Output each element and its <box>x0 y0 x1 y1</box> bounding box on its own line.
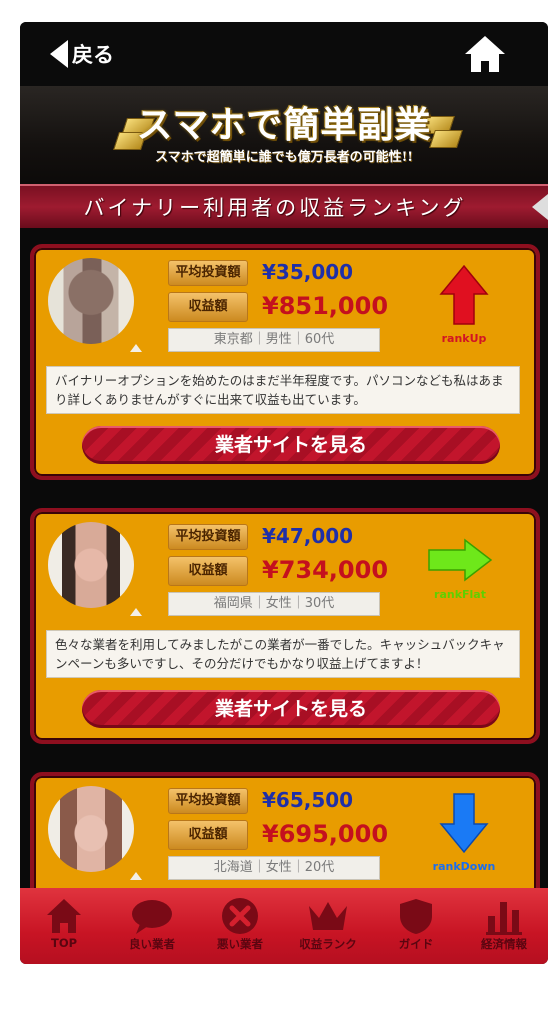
profit-amount: ¥734,000 <box>262 556 389 584</box>
banner-title: スマホで簡単副業 <box>136 104 432 146</box>
nav-top[interactable]: TOP <box>20 894 108 960</box>
nav-label: ガイド <box>398 937 434 951</box>
invest-label: 平均投資額 <box>168 260 248 286</box>
view-site-button[interactable]: 業者サイトを見る <box>82 690 500 728</box>
user-meta: 福岡県｜女性｜30代 <box>168 592 380 616</box>
crown-icon <box>309 902 347 930</box>
nav-economic-info[interactable]: 経済情報 <box>460 894 548 960</box>
section-header: バイナリー利用者の収益ランキング <box>20 184 548 228</box>
banner-subtitle: スマホで超簡単に誰でも億万長者の可能性!! <box>154 150 414 165</box>
home-icon <box>47 899 81 933</box>
invest-amount: ¥35,000 <box>262 260 354 284</box>
avatar-pointer <box>130 608 142 616</box>
x-circle-icon <box>222 898 258 934</box>
bottom-nav: TOP 良い業者 悪い業者 収益ランク ガイド 経済情報 <box>20 888 548 964</box>
view-site-button[interactable]: 業者サイトを見る <box>82 426 500 464</box>
invest-amount: ¥47,000 <box>262 524 354 548</box>
nav-label: 経済情報 <box>481 937 527 951</box>
avatar <box>48 522 134 608</box>
back-label: 戻る <box>72 43 114 67</box>
nav-good-brokers[interactable]: 良い業者 <box>108 894 196 960</box>
rank-indicator: rankDown <box>428 792 500 873</box>
nav-label: 悪い業者 <box>217 937 263 951</box>
rank-flat-arrow-icon <box>428 538 493 582</box>
nav-guide[interactable]: ガイド <box>372 894 460 960</box>
profit-label: 収益額 <box>168 292 248 322</box>
user-meta: 北海道｜女性｜20代 <box>168 856 380 880</box>
profit-amount: ¥695,000 <box>262 820 389 848</box>
nav-bad-brokers[interactable]: 悪い業者 <box>196 894 284 960</box>
profit-label: 収益額 <box>168 820 248 850</box>
rank-indicator: rankFlat <box>424 538 496 601</box>
user-comment: 色々な業者を利用してみましたがこの業者が一番でした。キャッシュバックキャンペーン… <box>46 630 520 678</box>
avatar-pointer <box>130 872 142 880</box>
rank-indicator: rankUp <box>428 264 500 345</box>
avatar-pointer <box>130 344 142 352</box>
ranking-card: 平均投資額 ¥35,000 収益額 ¥851,000 東京都｜男性｜60代 ra… <box>30 244 540 480</box>
user-meta: 東京都｜男性｜60代 <box>168 328 380 352</box>
top-bar: 戻る <box>20 22 548 86</box>
rank-label: rankUp <box>441 332 487 345</box>
nav-label: 良い業者 <box>129 937 175 951</box>
invest-label: 平均投資額 <box>168 788 248 814</box>
invest-label: 平均投資額 <box>168 524 248 550</box>
ranking-card: 平均投資額 ¥47,000 収益額 ¥734,000 福岡県｜女性｜30代 ra… <box>30 508 540 744</box>
nav-label: TOP <box>50 936 78 950</box>
phone-frame: 戻る スマホで簡単副業 スマホで超簡単に誰でも億万長者の可能性!! バイナリー利… <box>20 22 548 964</box>
rank-up-arrow-icon <box>439 264 489 325</box>
rank-label: rankFlat <box>434 588 486 601</box>
banner: スマホで簡単副業 スマホで超簡単に誰でも億万長者の可能性!! <box>20 86 548 184</box>
nav-label: 収益ランク <box>299 937 357 951</box>
rank-label: rankDown <box>432 860 496 873</box>
bar-chart-icon <box>486 902 522 935</box>
home-icon[interactable] <box>463 34 507 74</box>
back-button[interactable]: 戻る <box>50 40 114 68</box>
rank-down-arrow-icon <box>439 793 489 854</box>
nav-profit-ranking[interactable]: 収益ランク <box>284 894 372 960</box>
profit-label: 収益額 <box>168 556 248 586</box>
back-arrow-icon <box>50 40 68 68</box>
user-comment: バイナリーオプションを始めたのはまだ半年程度です。パソコンなども私はあまり詳しく… <box>46 366 520 414</box>
profit-amount: ¥851,000 <box>262 292 389 320</box>
avatar <box>48 786 134 872</box>
avatar <box>48 258 134 344</box>
invest-amount: ¥65,500 <box>262 788 354 812</box>
section-title: バイナリー利用者の収益ランキング <box>83 196 467 220</box>
section-arrow-icon <box>532 194 548 220</box>
speech-bubble-icon <box>132 900 172 934</box>
shield-icon <box>400 899 432 934</box>
